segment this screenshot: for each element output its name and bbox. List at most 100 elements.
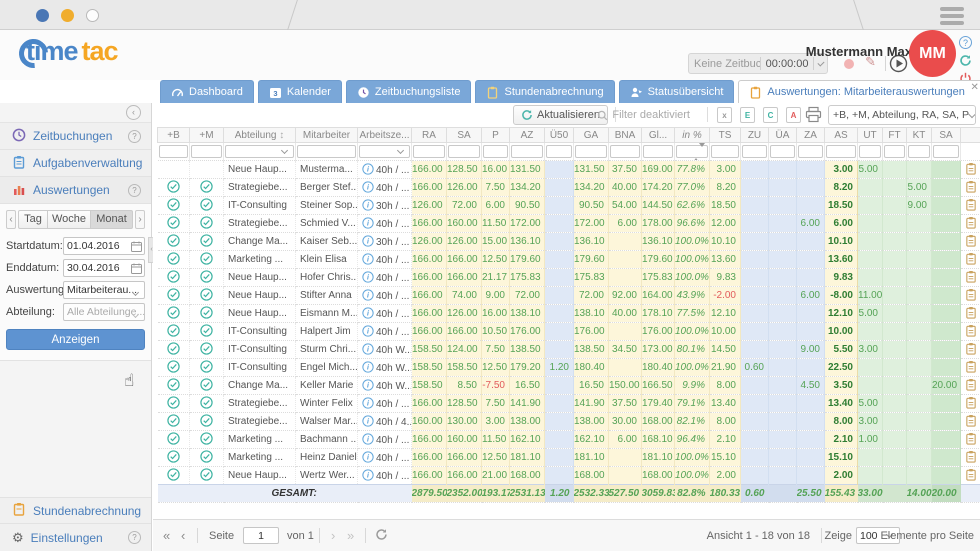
timer-dropdown-icon[interactable]	[818, 59, 825, 66]
info-icon[interactable]: i	[362, 289, 374, 301]
col-header-ra[interactable]: RA	[412, 128, 447, 143]
table-row[interactable]: Change Ma...Keller Mariei40h W...158.508…	[158, 377, 980, 395]
check-icon[interactable]	[200, 360, 213, 373]
table-row[interactable]: Strategiebe...Schmied V...i40h / ...166.…	[158, 215, 980, 233]
info-icon[interactable]: i	[362, 181, 374, 193]
table-row[interactable]: IT-ConsultingEngel Mich...i40h W...158.5…	[158, 359, 980, 377]
printer-icon[interactable]	[805, 106, 822, 126]
report-icon[interactable]	[965, 252, 977, 265]
check-icon[interactable]	[167, 180, 180, 193]
filter-input-sa[interactable]	[448, 145, 480, 158]
table-row[interactable]: IT-ConsultingSturm Chri...i40h W...158.5…	[158, 341, 980, 359]
col-header-ga[interactable]: GA	[574, 128, 609, 143]
export-excel-icon[interactable]: x	[717, 107, 732, 123]
filter-input-in_pct[interactable]	[676, 145, 708, 158]
window-maximize-button[interactable]	[86, 9, 99, 22]
col-header-bna[interactable]: BNA	[609, 128, 642, 143]
col-header-report[interactable]	[961, 128, 980, 143]
filter-input-az[interactable]	[511, 145, 543, 158]
info-icon[interactable]: i	[362, 307, 374, 319]
info-icon[interactable]: i	[362, 325, 374, 337]
table-row[interactable]: Neue Haup...Wertz Wer...i40h / ...166.00…	[158, 467, 980, 485]
export-csv-icon[interactable]: C	[763, 107, 778, 123]
info-icon[interactable]: i	[362, 163, 374, 175]
next-period-button[interactable]: ›	[135, 210, 145, 229]
check-icon[interactable]	[200, 288, 213, 301]
abteilung-select[interactable]: Alle Abteilunge...	[63, 303, 145, 321]
check-icon[interactable]	[167, 396, 180, 409]
sidebar-item-zeitbuchungen[interactable]: Zeitbuchungen ?	[0, 123, 151, 150]
check-icon[interactable]	[167, 450, 180, 463]
check-icon[interactable]	[167, 414, 180, 427]
avatar[interactable]: MM	[909, 30, 956, 77]
col-header-za[interactable]: ZA	[797, 128, 825, 143]
table-row[interactable]: Marketing ...Heinz Danieli40h / ...166.0…	[158, 449, 980, 467]
report-icon[interactable]	[965, 342, 977, 355]
filter-input-ga[interactable]	[575, 145, 607, 158]
report-icon[interactable]	[965, 432, 977, 445]
check-icon[interactable]	[200, 306, 213, 319]
col-header-ut[interactable]: UT	[858, 128, 883, 143]
check-icon[interactable]	[167, 342, 180, 355]
anzeigen-button[interactable]: Anzeigen	[6, 329, 145, 350]
info-icon[interactable]: i	[362, 199, 374, 211]
report-icon[interactable]	[965, 378, 977, 391]
info-icon[interactable]: i	[362, 433, 374, 445]
timetac-logo[interactable]: timetac	[26, 36, 118, 76]
col-header-as[interactable]: AS	[825, 128, 858, 143]
filter-input-ts[interactable]	[711, 145, 739, 158]
col-header-abteilung[interactable]: Abteilung ↕	[224, 128, 296, 143]
report-icon[interactable]	[965, 468, 977, 481]
report-icon[interactable]	[965, 288, 977, 301]
report-icon[interactable]	[965, 360, 977, 373]
filter-input-ut[interactable]	[859, 145, 881, 158]
table-row[interactable]: Neue Haup...Eismann M...i40h / ...166.00…	[158, 305, 980, 323]
filter-input-ra[interactable]	[413, 145, 445, 158]
filter-input-as[interactable]	[826, 145, 856, 158]
check-icon[interactable]	[167, 360, 180, 373]
info-icon[interactable]: i	[362, 469, 374, 481]
check-icon[interactable]	[167, 468, 180, 481]
report-icon[interactable]	[965, 270, 977, 283]
col-header-ts[interactable]: TS	[710, 128, 741, 143]
table-row[interactable]: Strategiebe...Walser Mar...i40h / 4...16…	[158, 413, 980, 431]
last-page-icon[interactable]: »	[347, 529, 354, 542]
filter-input-ue50[interactable]	[546, 145, 572, 158]
check-icon[interactable]	[200, 378, 213, 391]
check-icon[interactable]	[167, 378, 180, 391]
menu-icon[interactable]	[940, 7, 964, 28]
columns-dropdown[interactable]: +B, +M, Abteilung, RA, SA, P	[828, 105, 976, 125]
table-row[interactable]: Neue Haup...Stifter Annai40h / ...166.00…	[158, 287, 980, 305]
tab-stundenabrechnung[interactable]: Stundenabrechnung	[475, 80, 614, 103]
tab-kalender[interactable]: 3 Kalender	[258, 80, 342, 103]
report-icon[interactable]	[965, 198, 977, 211]
report-icon[interactable]	[965, 450, 977, 463]
filter-input-uea[interactable]	[770, 145, 795, 158]
check-icon[interactable]	[200, 468, 213, 481]
info-icon[interactable]: i	[362, 343, 374, 355]
prev-page-icon[interactable]: ‹	[181, 529, 185, 542]
check-icon[interactable]	[200, 234, 213, 247]
table-row[interactable]: Neue Haup...Musterma...i40h / ...166.001…	[158, 161, 980, 179]
help-icon[interactable]: ?	[128, 130, 141, 143]
sidebar-item-aufgabenverwaltung[interactable]: Aufgabenverwaltung ?	[0, 150, 151, 177]
help-icon[interactable]: ?	[959, 36, 972, 49]
filter-input-kt[interactable]	[908, 145, 930, 158]
help-icon[interactable]: ?	[128, 184, 141, 197]
check-icon[interactable]	[167, 306, 180, 319]
col-header-sa[interactable]: SA	[447, 128, 482, 143]
export-pdf-icon[interactable]: A	[786, 107, 801, 123]
period-tag-button[interactable]: Tag	[18, 210, 48, 229]
report-icon[interactable]	[965, 216, 977, 229]
table-row[interactable]: Change Ma...Kaiser Seb...i30h / ...126.0…	[158, 233, 980, 251]
calendar-icon[interactable]	[131, 263, 142, 277]
check-icon[interactable]	[200, 432, 213, 445]
info-icon[interactable]: i	[362, 361, 374, 373]
sidebar-collapse-icon[interactable]: ‹	[126, 105, 141, 120]
report-icon[interactable]	[965, 396, 977, 409]
close-icon[interactable]: ✕	[971, 82, 979, 93]
export-e-icon[interactable]: E	[740, 107, 755, 123]
filter-input-ft[interactable]	[884, 145, 905, 158]
check-icon[interactable]	[200, 342, 213, 355]
filter-input-za[interactable]	[798, 145, 823, 158]
